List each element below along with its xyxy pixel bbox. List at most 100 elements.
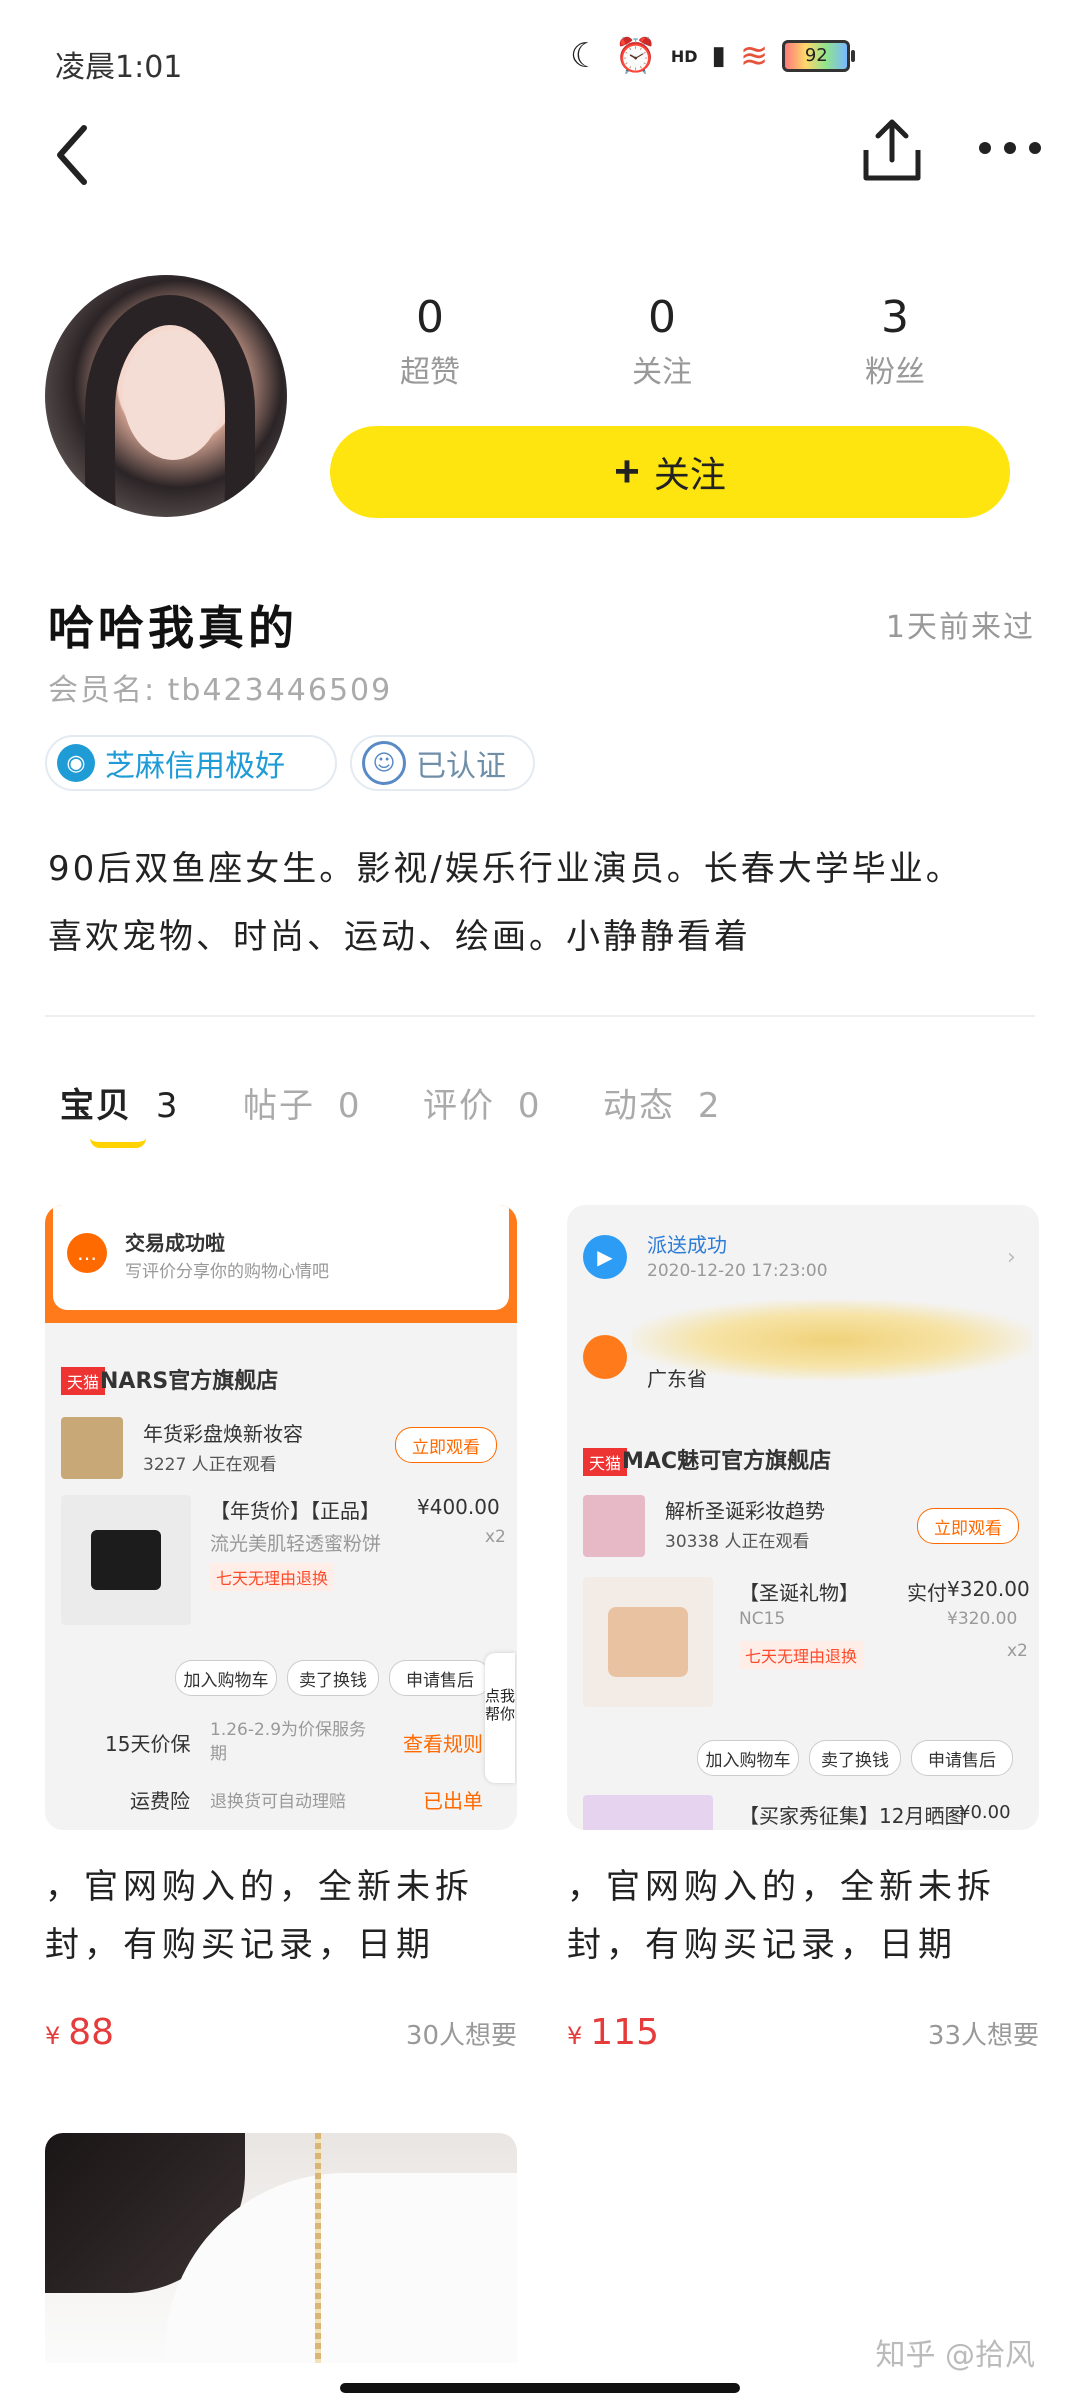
tab-label: 动态	[603, 1086, 675, 1126]
product-image: ▶ 派送成功 2020-12-20 17:23:00 › 广东省 天猫 MAC魅…	[567, 1205, 1039, 1830]
redaction-scribble	[632, 1300, 1032, 1380]
product-title: ，官网购入的，全新未拆 封，有购买记录，日期	[45, 1858, 517, 1974]
badge-label: 已认证	[416, 749, 506, 784]
back-button[interactable]	[52, 120, 112, 190]
signal-icon: ▮	[711, 41, 726, 71]
shot-button: 立即观看	[395, 1427, 497, 1463]
stat-label: 关注	[632, 355, 692, 390]
shot-text: NC15	[739, 1609, 786, 1629]
stat-value: 3	[881, 292, 909, 343]
product-image: … 交易成功啦 写评价分享你的购物心情吧 天猫 NARS官方旗舰店 年货彩盘焕新…	[45, 1205, 517, 1830]
avatar[interactable]	[45, 275, 287, 517]
stat-likes[interactable]: 0 超赞	[330, 292, 530, 391]
shot-text: 30338 人正在观看	[665, 1532, 810, 1552]
verified-user-icon: ☺	[362, 741, 406, 785]
location-icon	[583, 1335, 627, 1379]
profile-name: 哈哈我真的	[48, 601, 298, 655]
active-tab-indicator	[90, 1138, 146, 1148]
last-visited: 1天前来过	[885, 610, 1035, 645]
shot-text: 交易成功啦	[125, 1231, 225, 1255]
stat-value: 0	[648, 292, 676, 343]
product-card[interactable]: ▶ 派送成功 2020-12-20 17:23:00 › 广东省 天猫 MAC魅…	[567, 1205, 1039, 2053]
stat-label: 粉丝	[865, 355, 925, 390]
zhima-credit-badge[interactable]: ◉ 芝麻信用极好	[45, 735, 337, 791]
tab-label: 评价	[423, 1086, 495, 1126]
shot-text: NARS官方旗舰店	[100, 1369, 279, 1394]
moon-icon: ☾	[570, 36, 601, 76]
shot-text: 1.26-2.9为价保服务期	[210, 1720, 367, 1764]
want-count: 33人想要	[927, 2021, 1039, 2051]
member-id: 会员名: tb423446509	[48, 673, 393, 708]
profile-bio: 90后双鱼座女生。影视/娱乐行业演员。长春大学毕业。 喜欢宠物、时尚、运动、绘画…	[48, 835, 1038, 971]
tab-count: 3	[155, 1086, 180, 1126]
shot-text: ¥400.00	[417, 1495, 500, 1519]
follow-label: 关注	[653, 454, 726, 495]
shot-text: ¥320.00	[947, 1577, 1030, 1601]
price-value: 115	[590, 2012, 659, 2053]
shot-text: 15天价保	[105, 1732, 191, 1756]
plus-icon: +	[614, 447, 640, 496]
shot-text: 实付	[907, 1581, 947, 1605]
shot-text: 运费险	[130, 1789, 190, 1813]
shot-text: 七天无理由退换	[739, 1641, 864, 1669]
title-line: 封，有购买记录，日期	[567, 1925, 957, 1965]
title-line: 封，有购买记录，日期	[45, 1925, 435, 1965]
wifi-icon: ≋	[739, 36, 769, 76]
tab-count: 2	[697, 1086, 722, 1126]
title-line: ，官网购入的，全新未拆	[567, 1867, 996, 1907]
stat-value: 0	[416, 292, 444, 343]
tab-count: 0	[337, 1086, 362, 1126]
tab-activity[interactable]: 动态 2	[603, 1078, 721, 1127]
price-value: 88	[68, 2012, 115, 2053]
follow-button[interactable]: + 关注	[330, 426, 1010, 518]
more-icon	[979, 142, 1041, 154]
product-card[interactable]: … 交易成功啦 写评价分享你的购物心情吧 天猫 NARS官方旗舰店 年货彩盘焕新…	[45, 1205, 517, 2053]
shot-button: 加入购物车	[175, 1660, 277, 1696]
stat-followers[interactable]: 3 粉丝	[795, 292, 995, 391]
more-button[interactable]	[975, 128, 1045, 168]
shot-button: 申请售后	[911, 1740, 1013, 1776]
home-indicator[interactable]	[340, 2383, 740, 2393]
product-thumb	[583, 1577, 713, 1707]
shot-text: 派送成功	[647, 1233, 727, 1257]
zhima-icon: ◉	[57, 744, 95, 782]
alarm-icon: ⏰	[614, 36, 657, 76]
tab-reviews[interactable]: 评价 0	[423, 1078, 541, 1127]
shot-text: 【买家秀征集】12月晒图	[739, 1804, 965, 1828]
shot-text: 七天无理由退换	[210, 1563, 335, 1591]
title-line: ，官网购入的，全新未拆	[45, 1867, 474, 1907]
product-thumb	[61, 1495, 191, 1625]
shot-text: ¥320.00	[947, 1609, 1018, 1629]
stat-following[interactable]: 0 关注	[562, 292, 762, 391]
status-icons: ☾ ⏰ HD ▮ ≋ 92	[570, 36, 856, 76]
shot-button: 申请售后	[389, 1660, 491, 1696]
shot-text: x2	[485, 1527, 506, 1547]
side-tab: 点我帮你	[485, 1653, 515, 1783]
verified-badge[interactable]: ☺ 已认证	[350, 735, 535, 791]
divider	[45, 1015, 1035, 1017]
shot-text: MAC魅可官方旗舰店	[622, 1449, 832, 1474]
product-title: ，官网购入的，全新未拆 封，有购买记录，日期	[567, 1858, 1039, 1974]
shot-text: 年货彩盘焕新妆容	[143, 1422, 303, 1446]
tab-items[interactable]: 宝贝 3	[60, 1078, 179, 1127]
want-count: 30人想要	[405, 2021, 517, 2051]
shot-text: ¥0.00	[959, 1802, 1011, 1823]
shot-text: 【圣诞礼物】	[739, 1581, 859, 1605]
live-thumb	[61, 1417, 123, 1479]
currency: ¥	[45, 2022, 61, 2050]
chevron-right-icon: ›	[1007, 1245, 1016, 1270]
bio-line: 喜欢宠物、时尚、运动、绘画。小静静看着	[48, 917, 751, 957]
hd-label: HD	[670, 46, 698, 66]
tab-posts[interactable]: 帖子 0	[243, 1078, 361, 1127]
tab-count: 0	[517, 1086, 542, 1126]
product-card[interactable]	[45, 2133, 517, 2363]
battery-icon: 92	[782, 40, 856, 72]
shot-text: 已出单	[423, 1789, 483, 1813]
tab-label: 宝贝	[60, 1086, 132, 1126]
share-button[interactable]	[860, 118, 924, 188]
product-price: ¥88	[45, 2012, 114, 2053]
shot-button: 卖了换钱	[287, 1660, 379, 1696]
shot-text: 【年货价】【正品】	[210, 1499, 380, 1523]
live-thumb	[583, 1495, 645, 1557]
shot-text: 解析圣诞彩妆趋势	[665, 1499, 825, 1523]
